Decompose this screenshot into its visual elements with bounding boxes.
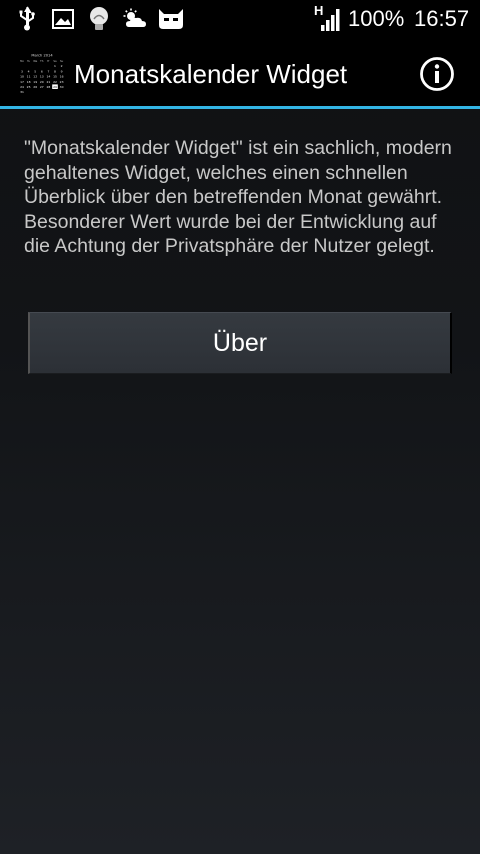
calendar-day: 18 [27, 80, 31, 84]
calendar-day: 2 [61, 64, 63, 68]
calendar-day: 23 [60, 80, 64, 84]
calendar-day: 5 [34, 69, 36, 73]
calendar-day: 9 [61, 69, 63, 73]
about-button-label: Über [212, 328, 268, 357]
calendar-icon: March 2014 Mo Tu We Th Fr Sa Su 1 2 3 4 5 6 7 8 9 10 11 12… [18, 52, 66, 95]
calendar-day: 13 [40, 75, 44, 79]
calendar-day: 14 [46, 75, 50, 79]
info-icon[interactable] [418, 55, 456, 93]
clock-time: 16:57 [414, 6, 470, 31]
calendar-day: 29 [53, 85, 57, 89]
action-bar-divider [0, 106, 480, 109]
calendar-day: 11 [27, 75, 31, 79]
calendar-day: 25 [27, 85, 31, 89]
calendar-day: 26 [33, 85, 37, 89]
calendar-day: 1 [54, 64, 56, 68]
usb-icon [16, 6, 38, 32]
app-title: Monatskalender Widget [74, 59, 348, 89]
calendar-day: 17 [20, 80, 24, 84]
app-description: "Monatskalender Widget" ist ein sachlich… [24, 137, 452, 257]
calendar-day: 31 [20, 90, 24, 94]
calendar-day: 21 [46, 80, 50, 84]
calendar-month-label: March 2014 [31, 54, 53, 58]
calendar-weekday: Su [60, 59, 64, 63]
screen: H 100% 16:57 March 2014 Mo Tu We Th Fr Sa Su 1 2… [0, 0, 480, 854]
calendar-day: 4 [28, 69, 30, 73]
status-bar: H 100% 16:57 [0, 0, 480, 38]
calendar-day: 28 [46, 85, 50, 89]
calendar-day: 20 [40, 80, 44, 84]
calendar-weekday: Mo [20, 59, 24, 63]
image-icon [51, 6, 75, 32]
cyanogenmod-icon [156, 6, 186, 32]
calendar-weekday: We [33, 59, 37, 63]
calendar-day: 12 [33, 75, 37, 79]
calendar-weekday: Th [40, 59, 44, 63]
calendar-day: 7 [47, 69, 49, 73]
calendar-weekday: Tu [27, 59, 30, 63]
calendar-day: 27 [40, 85, 44, 89]
calendar-day: 22 [53, 80, 57, 84]
calendar-day: 24 [20, 85, 24, 89]
calendar-weekday: Fr [47, 59, 50, 63]
calendar-day: 16 [60, 75, 64, 79]
calendar-day: 10 [20, 75, 24, 79]
about-button[interactable]: Über [28, 312, 452, 374]
calendar-day: 30 [60, 85, 64, 89]
calendar-day: 6 [41, 69, 43, 73]
calendar-weekday: Sa [53, 59, 57, 63]
calendar-day: 15 [53, 75, 57, 79]
lightbulb-icon [86, 6, 112, 32]
calendar-day: 19 [33, 80, 37, 84]
battery-percent: 100% [348, 6, 405, 31]
calendar-day: 3 [21, 69, 23, 73]
weather-icon [123, 6, 147, 32]
signal-icon [318, 6, 342, 32]
calendar-day: 8 [54, 69, 56, 73]
